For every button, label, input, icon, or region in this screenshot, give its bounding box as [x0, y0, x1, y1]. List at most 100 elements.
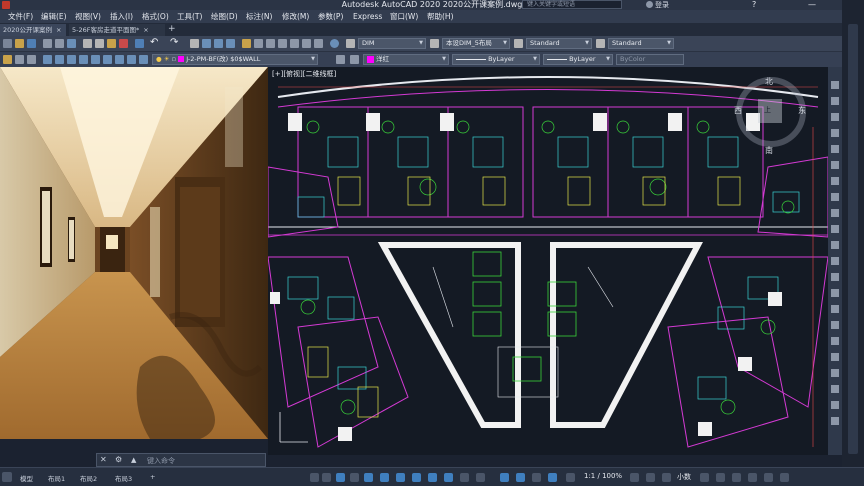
color-select[interactable]: 洋红 ▼ — [363, 54, 449, 65]
menu-view[interactable]: 视图(V) — [75, 10, 101, 23]
3d-osnap-icon[interactable] — [516, 473, 525, 482]
layer-properties-icon[interactable] — [3, 55, 12, 64]
annotation-scale[interactable]: 1:1 / 100% — [584, 472, 622, 480]
array-icon[interactable] — [831, 385, 839, 393]
login-button[interactable]: 登录 — [655, 0, 669, 10]
layer-unisolate-icon[interactable] — [55, 55, 64, 64]
tool-palettes-icon[interactable] — [266, 39, 275, 48]
chamfer-icon[interactable] — [831, 305, 839, 313]
paste-icon[interactable] — [107, 39, 116, 48]
search-input[interactable]: 键入关键字或短语 — [522, 0, 622, 9]
annotation-visibility-icon[interactable] — [630, 473, 639, 482]
tab-layout3[interactable]: 布局3 — [115, 473, 132, 483]
grid-icon[interactable] — [322, 473, 331, 482]
help-icon[interactable] — [330, 39, 339, 48]
model-space-icon[interactable] — [310, 473, 319, 482]
command-input[interactable]: 键入命令 — [147, 456, 175, 466]
command-line[interactable]: ✕ ⚙ ▲ 键入命令 — [96, 453, 266, 467]
extend-icon[interactable] — [831, 257, 839, 265]
quick-properties-icon[interactable] — [700, 473, 709, 482]
copy-icon[interactable] — [831, 177, 839, 185]
compass-north[interactable]: 北 — [765, 76, 773, 87]
design-center-icon[interactable] — [254, 39, 263, 48]
tab-layout1[interactable]: 布局1 — [48, 473, 65, 483]
chevron-up-icon[interactable]: ▲ — [131, 456, 136, 464]
menu-file[interactable]: 文件(F) — [8, 10, 33, 23]
polar-icon[interactable] — [396, 473, 405, 482]
explode-icon[interactable] — [831, 337, 839, 345]
join-icon[interactable] — [831, 289, 839, 297]
undo-icon[interactable]: ↶ — [150, 37, 158, 48]
selection-filter-icon[interactable] — [548, 473, 557, 482]
erase-icon[interactable] — [831, 353, 839, 361]
layer-delete-icon[interactable] — [139, 55, 148, 64]
compass-west[interactable]: 西 — [734, 105, 742, 116]
compass-east[interactable]: 东 — [798, 105, 806, 116]
tab-layout4[interactable]: + — [150, 473, 155, 481]
dynamic-ucs-icon[interactable] — [532, 473, 541, 482]
new-icon[interactable] — [3, 39, 12, 48]
layer-lock-icon[interactable] — [91, 55, 100, 64]
layer-match-icon[interactable] — [103, 55, 112, 64]
transparency-icon[interactable] — [476, 473, 485, 482]
publish-icon[interactable] — [67, 39, 76, 48]
minimize-button[interactable]: — — [808, 0, 816, 10]
open-icon[interactable] — [15, 39, 24, 48]
app-icon[interactable] — [2, 1, 10, 9]
zoom-icon[interactable] — [831, 97, 839, 105]
annotation-monitor-icon[interactable] — [662, 473, 671, 482]
menu-help[interactable]: 帮助(H) — [427, 10, 454, 23]
dynamic-input-icon[interactable] — [364, 473, 373, 482]
ortho-icon[interactable] — [380, 473, 389, 482]
trim-icon[interactable] — [831, 241, 839, 249]
pan-icon[interactable] — [190, 39, 199, 48]
layout-icon[interactable] — [314, 39, 323, 48]
zoom-previous-icon[interactable] — [226, 39, 235, 48]
tab-model[interactable]: 模型 — [20, 473, 33, 483]
close-icon[interactable]: ✕ — [100, 455, 107, 464]
new-tab-button[interactable]: + — [168, 23, 176, 36]
block-editor-icon[interactable] — [135, 39, 144, 48]
layer-isolate-icon[interactable] — [43, 55, 52, 64]
mleaderstyle-icon[interactable] — [596, 39, 605, 48]
clean-screen-icon[interactable] — [764, 473, 773, 482]
units-display[interactable]: 小数 — [677, 472, 691, 482]
menu-insert[interactable]: 插入(I) — [110, 10, 133, 23]
tab-layout2[interactable]: 布局2 — [80, 473, 97, 483]
object-snap-tracking-icon[interactable] — [428, 473, 437, 482]
menu-modify[interactable]: 修改(M) — [282, 10, 309, 23]
menu-tools[interactable]: 工具(T) — [177, 10, 202, 23]
menu-edit[interactable]: 编辑(E) — [41, 10, 67, 23]
drawing-canvas[interactable]: 北 东 南 西 上 — [268, 67, 828, 455]
isolate-objects-icon[interactable] — [732, 473, 741, 482]
menu-dimension[interactable]: 标注(N) — [246, 10, 272, 23]
layer-off-icon[interactable] — [67, 55, 76, 64]
selection-cycling-icon[interactable] — [500, 473, 509, 482]
tablestyle-icon[interactable] — [514, 39, 523, 48]
textstyle-select[interactable]: 本设DIM_5布局 ▼ — [442, 38, 510, 49]
customization-icon[interactable] — [780, 473, 789, 482]
plot-preview-icon[interactable] — [55, 39, 64, 48]
sheet-set-icon[interactable] — [278, 39, 287, 48]
steering-wheel-icon[interactable] — [831, 145, 839, 153]
snap-icon[interactable] — [336, 473, 345, 482]
showmotion-icon[interactable] — [831, 129, 839, 137]
save-icon[interactable] — [27, 39, 36, 48]
lineweight-icon[interactable] — [460, 473, 469, 482]
zoom-window-icon[interactable] — [214, 39, 223, 48]
lineweight-select[interactable]: ByLayer ▼ — [543, 54, 613, 65]
gizmo-icon[interactable] — [566, 473, 575, 482]
layer-select[interactable]: ● ☀ ▫ J-2-PM-BF(改) $0$WALL ▼ — [152, 54, 318, 65]
vertical-scrollbar[interactable] — [848, 24, 858, 454]
markup-icon[interactable] — [290, 39, 299, 48]
tablestyle-select[interactable]: Standard ▼ — [526, 38, 592, 49]
menu-parametric[interactable]: 参数(P) — [318, 10, 343, 23]
dimstyle-icon[interactable] — [346, 39, 355, 48]
menu-draw[interactable]: 绘图(D) — [211, 10, 238, 23]
make-current-icon[interactable] — [336, 55, 345, 64]
layer-previous2-icon[interactable] — [350, 55, 359, 64]
layout-menu-icon[interactable] — [2, 472, 12, 482]
layer-previous-icon[interactable] — [15, 55, 24, 64]
print-icon[interactable] — [43, 39, 52, 48]
menu-format[interactable]: 格式(O) — [142, 10, 169, 23]
